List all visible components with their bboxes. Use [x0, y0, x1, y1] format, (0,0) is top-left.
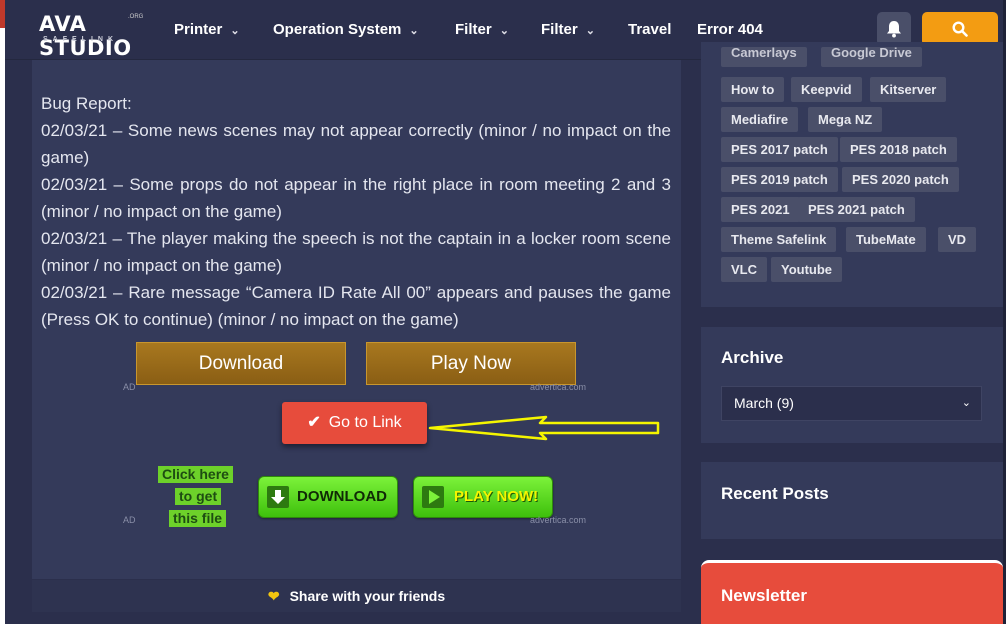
archive-title: Archive	[721, 348, 784, 367]
tag-kitserver[interactable]: Kitserver	[870, 77, 947, 102]
yellow-arrow-annotation	[428, 415, 660, 441]
tag-vlc[interactable]: VLC	[721, 257, 767, 282]
tag-partial[interactable]: Google Drive	[821, 47, 922, 67]
chevron-down-icon: ⌄	[961, 397, 971, 409]
ad-play-now-button[interactable]: Play Now	[366, 342, 576, 385]
nav-label: Operation System	[273, 21, 402, 38]
nav-label: Filter	[455, 21, 492, 38]
bug-report-line: 02/03/21 – The player making the speech …	[41, 229, 671, 275]
newsletter-title: Newsletter	[721, 586, 807, 605]
tag-pes-2018-patch[interactable]: PES 2018 patch	[840, 137, 957, 162]
nav-item-printer[interactable]: Printer ⌄	[174, 21, 240, 38]
site-logo[interactable]: AVA STUDIO .ORG SAFELINK	[39, 12, 149, 60]
tags-widget: Camerlays Google Drive How to Keepvid Ki…	[701, 42, 1003, 307]
recent-posts-widget: Recent Posts	[701, 462, 1003, 539]
tag-vd[interactable]: VD	[938, 227, 977, 252]
nav-item-travel[interactable]: Travel	[628, 21, 671, 38]
click-here-label: this file	[169, 510, 227, 527]
advertica-label[interactable]: advertica.com	[530, 382, 586, 392]
click-here-label: Click here	[158, 466, 233, 483]
nav-label: Printer	[174, 21, 223, 38]
logo-subtitle: SAFELINK	[43, 36, 118, 43]
green-download-label: DOWNLOAD	[297, 488, 387, 505]
share-label: Share with your friends	[289, 588, 446, 604]
ad-download-button[interactable]: Download	[136, 342, 346, 385]
bug-report-line: 02/03/21 – Some news scenes may not appe…	[41, 121, 671, 167]
notifications-button[interactable]	[877, 12, 911, 46]
tag-pes-2021-patch[interactable]: PES 2021 patch	[798, 197, 915, 222]
bell-icon	[887, 21, 901, 38]
tag-keepvid[interactable]: Keepvid	[791, 77, 862, 102]
article-card: Bug Report: 02/03/21 – Some news scenes …	[32, 60, 681, 579]
archive-selected-value: March (9)	[734, 395, 794, 411]
tag-tubemate[interactable]: TubeMate	[846, 227, 926, 252]
tag-pes-2021[interactable]: PES 2021	[721, 197, 800, 222]
tag-how-to[interactable]: How to	[721, 77, 785, 102]
archive-widget: Archive March (9) ⌄	[701, 327, 1003, 443]
tag-partial[interactable]: Camerlays	[721, 47, 807, 67]
chevron-down-icon: ⌄	[409, 25, 419, 37]
nav-item-operation-system[interactable]: Operation System ⌄	[273, 21, 419, 38]
click-here-label: to get	[175, 488, 222, 505]
archive-select[interactable]: March (9) ⌄	[721, 386, 982, 421]
nav-item-filter[interactable]: Filter ⌄	[455, 21, 509, 38]
search-icon	[952, 21, 968, 37]
green-download-button[interactable]: DOWNLOAD	[258, 476, 398, 518]
nav-label: Error 404	[697, 21, 763, 38]
tag-pes-2019-patch[interactable]: PES 2019 patch	[721, 167, 838, 192]
advertica-label[interactable]: advertica.com	[530, 515, 586, 525]
ad-label: AD	[123, 382, 136, 392]
bug-report-title: Bug Report:	[41, 94, 132, 113]
tag-pes-2020-patch[interactable]: PES 2020 patch	[842, 167, 959, 192]
check-icon: ✔	[307, 414, 321, 431]
nav-label: Filter	[541, 21, 578, 38]
bug-report-line: 02/03/21 – Some props do not appear in t…	[41, 175, 671, 221]
chevron-down-icon: ⌄	[230, 25, 240, 37]
heart-icon: ❤	[267, 588, 280, 604]
tag-mediafire[interactable]: Mediafire	[721, 107, 799, 132]
tag-theme-safelink[interactable]: Theme Safelink	[721, 227, 837, 252]
play-icon	[422, 486, 444, 508]
nav-item-filter-2[interactable]: Filter ⌄	[541, 21, 595, 38]
green-play-now-button[interactable]: PLAY NOW!	[413, 476, 553, 518]
tag-pes-2017-patch[interactable]: PES 2017 patch	[721, 137, 838, 162]
logo-domain: .ORG	[128, 14, 144, 20]
recent-posts-title: Recent Posts	[721, 484, 829, 503]
chevron-down-icon: ⌄	[585, 25, 595, 37]
go-to-link-button[interactable]: ✔ Go to Link	[282, 402, 427, 444]
tag-mega-nz[interactable]: Mega NZ	[808, 107, 883, 132]
newsletter-widget: Newsletter	[701, 560, 1003, 624]
ad-label: AD	[123, 515, 136, 525]
bug-report: Bug Report: 02/03/21 – Some news scenes …	[41, 90, 671, 333]
nav-item-error-404[interactable]: Error 404	[697, 21, 763, 38]
green-play-now-label: PLAY NOW!	[454, 488, 539, 505]
chevron-down-icon: ⌄	[499, 25, 509, 37]
left-edge	[0, 0, 5, 624]
search-button[interactable]	[922, 12, 998, 46]
nav-label: Travel	[628, 21, 672, 38]
download-arrow-icon	[267, 486, 289, 508]
tag-youtube[interactable]: Youtube	[771, 257, 843, 282]
bug-report-line: 02/03/21 – Rare message “Camera ID Rate …	[41, 283, 671, 329]
share-bar[interactable]: ❤ Share with your friends	[32, 580, 681, 612]
go-to-link-label: Go to Link	[328, 414, 402, 431]
